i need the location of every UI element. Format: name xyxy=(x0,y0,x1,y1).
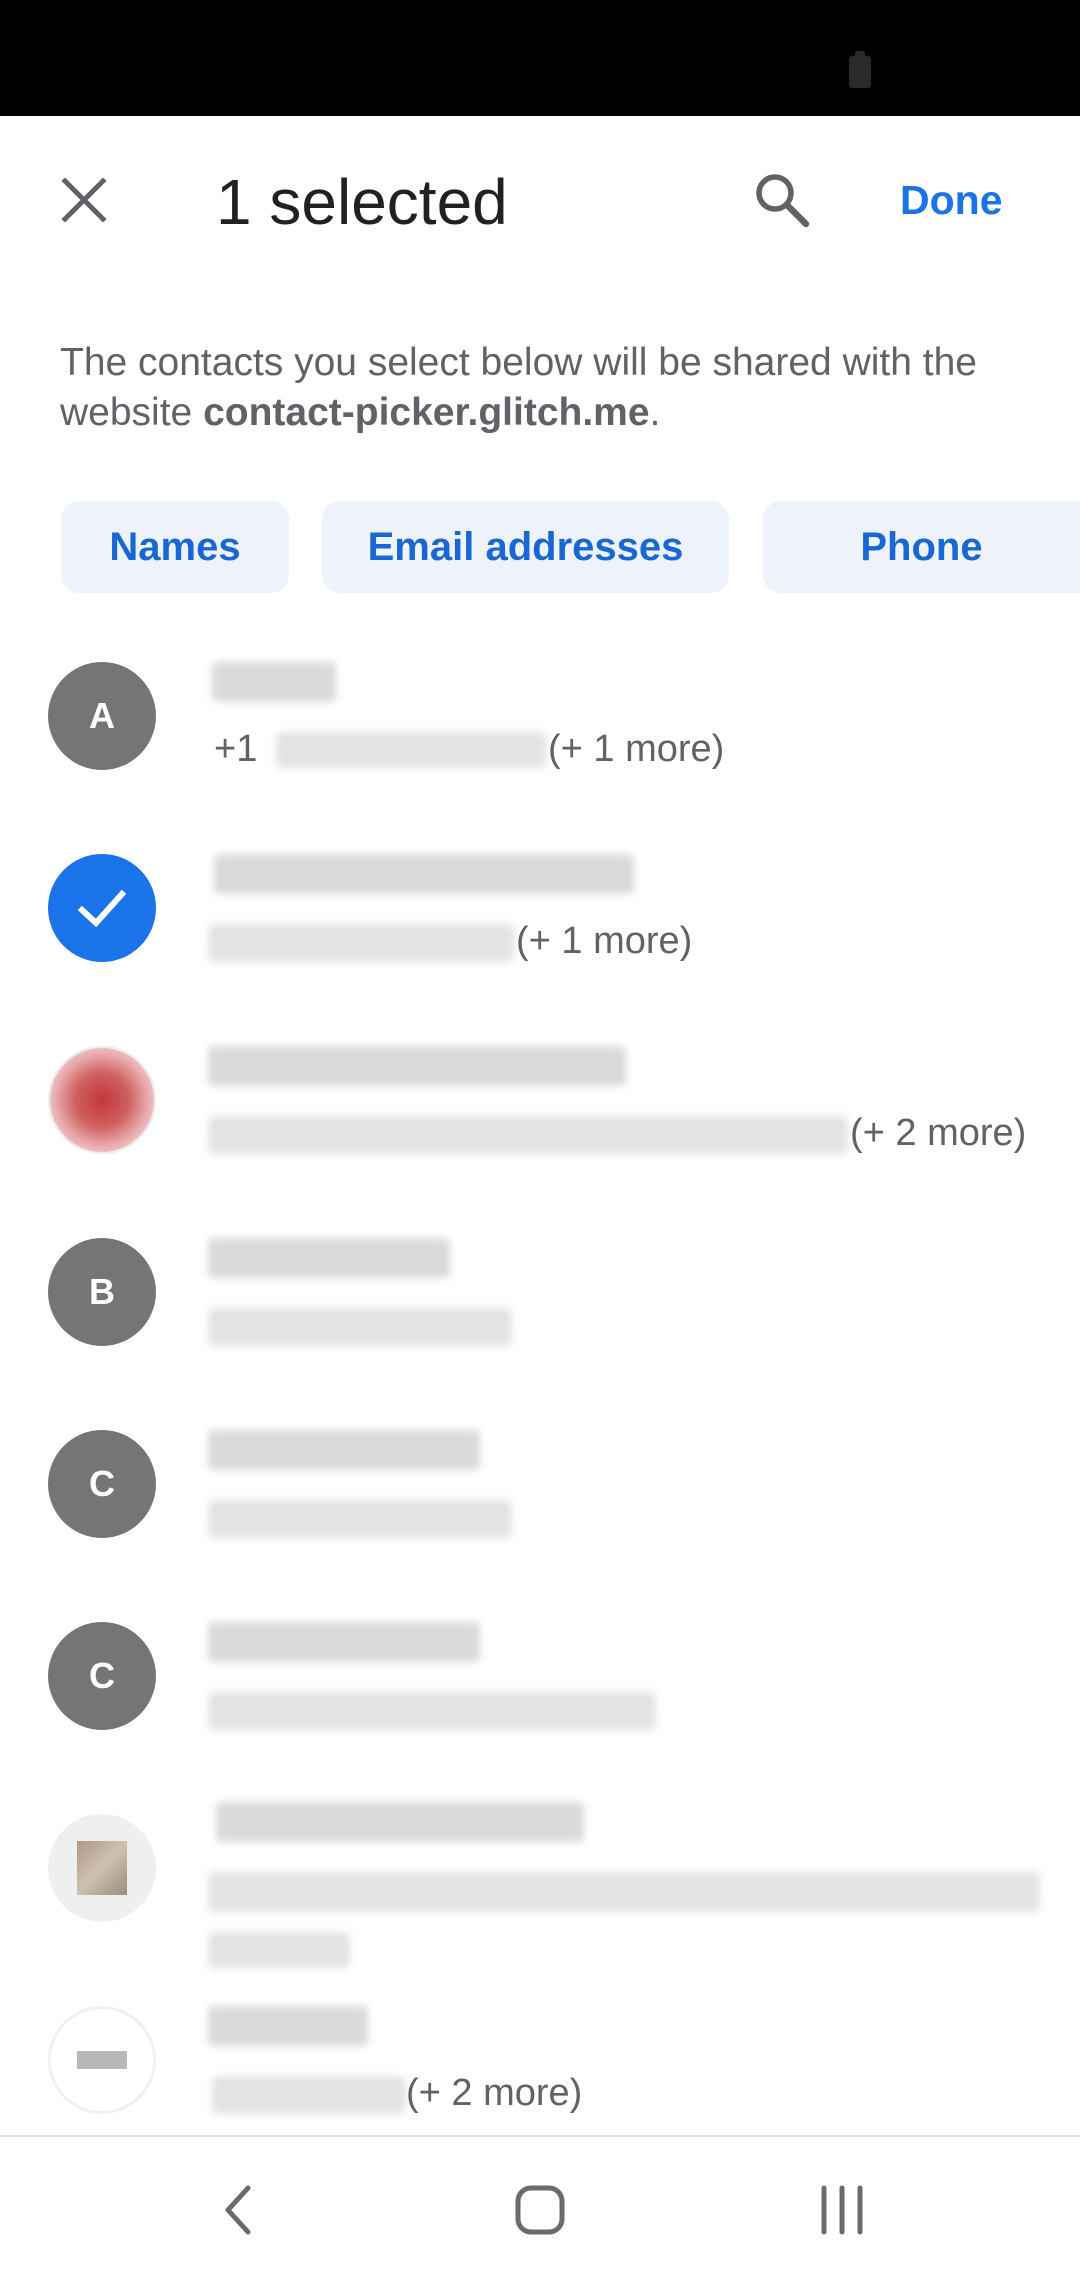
back-button[interactable] xyxy=(168,2137,308,2282)
battery-icon xyxy=(849,51,871,88)
page-title: 1 selected xyxy=(216,166,508,238)
contact-name-redacted xyxy=(214,854,634,894)
contact-more: (+ 1 more) xyxy=(548,728,725,770)
contact-row[interactable]: (+ 1 more) xyxy=(0,832,1080,1024)
avatar-photo xyxy=(48,1046,156,1154)
close-icon xyxy=(61,177,107,223)
description-end: . xyxy=(649,391,661,434)
contact-name-redacted xyxy=(212,662,336,702)
back-icon xyxy=(225,2185,251,2234)
contact-row[interactable]: A +1 (+ 1 more) xyxy=(0,640,1080,832)
recents-button[interactable] xyxy=(772,2137,912,2282)
contact-list[interactable]: A +1 (+ 1 more) (+ 1 more) (+ 2 more) B xyxy=(0,640,1080,2135)
avatar-letter: B xyxy=(89,1271,115,1312)
avatar: A xyxy=(48,662,156,770)
contact-name-redacted xyxy=(208,1046,626,1086)
avatar-letter: C xyxy=(89,1463,115,1504)
contact-row[interactable]: C xyxy=(0,1600,1080,1792)
avatar-photo-image xyxy=(77,1841,127,1895)
contact-detail-redacted xyxy=(208,1116,848,1154)
contact-detail-redacted xyxy=(276,732,546,768)
site-name: contact-picker.glitch.me xyxy=(203,391,650,434)
close-button[interactable] xyxy=(44,160,124,240)
contact-row[interactable]: (+ 2 more) xyxy=(0,1024,1080,1216)
recents-icon xyxy=(821,2185,863,2234)
contact-name-redacted xyxy=(208,1238,450,1278)
avatar-letter: A xyxy=(89,695,115,736)
search-button[interactable] xyxy=(742,160,822,240)
avatar: C xyxy=(48,1622,156,1730)
avatar: B xyxy=(48,1238,156,1346)
avatar-selected xyxy=(48,854,156,962)
done-button[interactable]: Done xyxy=(880,160,1023,240)
avatar-letter: C xyxy=(89,1655,115,1696)
navigation-bar xyxy=(0,2135,1080,2282)
contact-row[interactable] xyxy=(0,1792,1080,1984)
contact-more: (+ 1 more) xyxy=(516,920,693,962)
contact-name-redacted xyxy=(208,2006,368,2046)
home-button[interactable] xyxy=(470,2137,610,2282)
contact-detail-redacted-2 xyxy=(208,1932,350,1968)
chip-email-addresses[interactable]: Email addresses xyxy=(322,501,729,593)
check-icon xyxy=(77,889,127,928)
share-description: The contacts you select below will be sh… xyxy=(60,338,1020,438)
contact-name-redacted xyxy=(208,1430,480,1470)
avatar-photo xyxy=(48,1814,156,1922)
avatar-photo-image xyxy=(77,2051,127,2069)
contact-row[interactable]: B xyxy=(0,1216,1080,1408)
contact-detail-redacted xyxy=(208,1500,512,1538)
app-bar: 1 selected Done xyxy=(0,116,1080,286)
contact-detail-redacted xyxy=(212,2076,406,2114)
contact-more: (+ 2 more) xyxy=(850,1112,1027,1154)
avatar: C xyxy=(48,1430,156,1538)
contact-detail-redacted xyxy=(208,1308,512,1346)
contact-more: (+ 2 more) xyxy=(406,2072,583,2114)
contact-phone-prefix: +1 xyxy=(214,728,258,770)
contact-row[interactable]: C xyxy=(0,1408,1080,1600)
contact-detail-redacted xyxy=(208,1872,1040,1912)
status-bar xyxy=(0,0,1080,116)
contact-detail-redacted xyxy=(208,1692,656,1730)
chip-phone[interactable]: Phone xyxy=(763,501,1080,593)
search-icon xyxy=(756,174,810,228)
home-icon xyxy=(515,2185,565,2234)
chip-names[interactable]: Names xyxy=(61,501,289,593)
contact-name-redacted xyxy=(208,1622,480,1662)
avatar-photo xyxy=(48,2006,156,2114)
contact-row[interactable]: (+ 2 more) xyxy=(0,1984,1080,2135)
contact-name-redacted xyxy=(216,1802,584,1842)
contact-detail-redacted xyxy=(208,924,514,962)
